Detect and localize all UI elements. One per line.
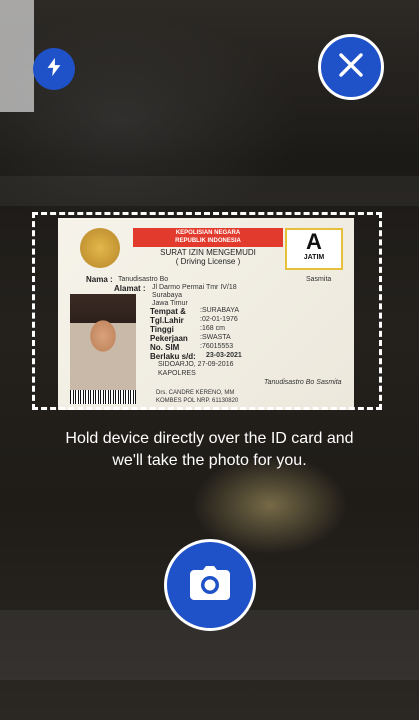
capture-button[interactable] [164,539,256,631]
flash-icon [43,56,65,83]
flash-button[interactable] [33,48,75,90]
background-texture [0,176,419,206]
close-button[interactable] [318,34,384,100]
camera-icon [190,565,230,605]
instruction-line1: Hold device directly over the ID card an… [65,430,354,447]
close-icon [336,50,366,85]
camera-view: KEPOLISIAN NEGARA REPUBLIK INDONESIA SUR… [0,0,419,720]
card-capture-frame [32,212,382,410]
light-glare [0,0,34,112]
instruction-line2: we'll take the photo for you. [112,452,307,469]
instruction-text: Hold device directly over the ID card an… [0,428,419,472]
